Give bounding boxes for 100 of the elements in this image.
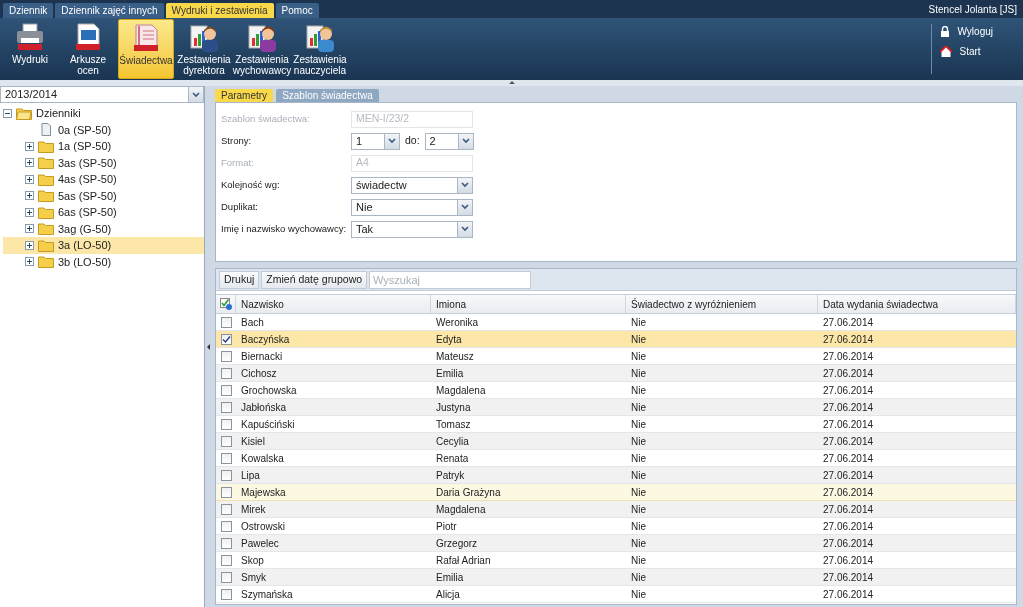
menu-tab[interactable]: Pomoc <box>275 3 319 18</box>
table-cell-text: 27.06.2014 <box>822 587 875 602</box>
table-cell-text: Renata <box>435 451 470 466</box>
table-cell-text: Nie <box>630 570 647 585</box>
toolbar-button[interactable]: Zestawienia dyrektora <box>176 19 232 79</box>
tree-item[interactable]: Dzienniki <box>36 105 81 122</box>
table-cell-text: Jabłońska <box>240 400 288 415</box>
folder-icon <box>38 189 54 203</box>
row-checkbox[interactable] <box>220 503 232 515</box>
select-all-icon[interactable] <box>219 298 232 310</box>
row-checkbox[interactable] <box>220 316 232 328</box>
tree-item[interactable]: 6as (SP-50) <box>58 204 117 221</box>
row-checkbox[interactable] <box>220 435 232 447</box>
row-checkbox[interactable] <box>220 333 232 345</box>
file-icon <box>38 123 54 137</box>
tree-item[interactable]: 3b (LO-50) <box>58 253 112 270</box>
expand-icon[interactable] <box>25 240 34 250</box>
row-checkbox[interactable] <box>220 571 232 583</box>
row-checkbox[interactable] <box>220 469 232 481</box>
collapse-icon[interactable] <box>3 108 12 118</box>
search-field[interactable]: Wyszukaj <box>369 270 532 289</box>
table-cell-text: Bach <box>240 315 265 330</box>
field-label: Format: <box>221 155 255 170</box>
table-cell-text: Cichosz <box>240 366 278 381</box>
table-cell-text: Nie <box>630 536 647 551</box>
select-field[interactable]: Tak <box>351 220 473 238</box>
row-checkbox[interactable] <box>220 350 232 362</box>
tree-item[interactable]: 4as (SP-50) <box>58 171 117 188</box>
person-chart-icon <box>246 22 278 52</box>
folder-icon <box>38 156 54 170</box>
row-checkbox[interactable] <box>220 537 232 549</box>
expand-icon[interactable] <box>25 207 34 217</box>
nav-link[interactable]: Start <box>939 44 993 59</box>
caret-icon <box>461 226 469 232</box>
caret-icon <box>461 204 469 210</box>
lock-icon <box>939 26 950 37</box>
expand-icon[interactable] <box>25 224 34 234</box>
row-checkbox[interactable] <box>220 384 232 396</box>
table-cell-text: Patryk <box>435 468 466 483</box>
table-cell-text: Mateusz <box>435 349 475 364</box>
table-cell-text: Nie <box>630 400 647 415</box>
select-field[interactable]: świadectw <box>351 176 473 194</box>
expand-icon[interactable] <box>25 141 34 151</box>
table-cell-text: 27.06.2014 <box>822 451 875 466</box>
nav-link[interactable]: Wyloguj <box>939 24 993 39</box>
expand-icon[interactable] <box>25 257 34 267</box>
menu-tab[interactable]: Wydruki i zestawienia <box>165 3 274 18</box>
table-cell-text: 27.06.2014 <box>822 468 875 483</box>
tree-item[interactable]: 0a (SP-50) <box>58 121 112 138</box>
expand-icon[interactable] <box>25 191 34 201</box>
row-checkbox[interactable] <box>220 401 232 413</box>
row-checkbox[interactable] <box>220 367 232 379</box>
field-label: Strony: <box>221 133 253 148</box>
table-cell-text: Grzegorz <box>435 536 479 551</box>
folder-icon <box>16 106 32 120</box>
tree-item[interactable]: 1a (SP-50) <box>58 138 112 155</box>
tree-item[interactable]: 5as (SP-50) <box>58 187 117 204</box>
row-checkbox[interactable] <box>220 554 232 566</box>
field-label: Szablon świadectwa: <box>221 111 311 126</box>
row-checkbox[interactable] <box>220 486 232 498</box>
field-label: Kolejność wg: <box>221 177 281 192</box>
caret-icon <box>388 138 396 144</box>
table-cell-text: Daria Grażyna <box>435 485 502 500</box>
toolbar-button[interactable]: Drukuj <box>219 270 260 289</box>
table-cell-text: Cecylia <box>435 434 470 449</box>
table-cell-text: Baczyńska <box>240 332 291 347</box>
tree-item[interactable]: 3ag (G-50) <box>58 220 112 237</box>
select-field[interactable]: Nie <box>351 198 473 216</box>
toolbar-button[interactable]: Świadectwa <box>118 19 174 79</box>
column-header[interactable]: Nazwisko <box>236 295 431 313</box>
table-cell-text: Nie <box>630 485 647 500</box>
toolbar-button[interactable]: Zestawienia nauczyciela <box>292 19 348 79</box>
menu-tab[interactable]: Dziennik zajęć innych <box>55 3 164 18</box>
column-header[interactable]: Imiona <box>431 295 626 313</box>
toolbar-button[interactable]: Arkusze ocen <box>60 19 116 79</box>
year-select[interactable]: 2013/2014 <box>0 86 204 103</box>
table-cell-text: Nie <box>630 417 647 432</box>
expand-icon[interactable] <box>25 158 34 168</box>
person-chart-icon <box>304 22 336 52</box>
toolbar-button[interactable]: Zmień datę grupowo <box>261 270 368 289</box>
table-cell-text: Majewska <box>240 485 287 500</box>
row-checkbox[interactable] <box>220 520 232 532</box>
toolbar-button[interactable]: Zestawienia wychowawcy <box>234 19 290 79</box>
tree-item[interactable]: 3as (SP-50) <box>58 154 117 171</box>
row-checkbox[interactable] <box>220 452 232 464</box>
menu-tab[interactable]: Dziennik <box>3 3 54 18</box>
panel-tab[interactable]: Parametry <box>215 89 274 102</box>
select-field[interactable]: 1 <box>351 132 400 150</box>
row-checkbox[interactable] <box>220 588 232 600</box>
expand-icon[interactable] <box>25 174 34 184</box>
select-field[interactable]: 2 <box>424 132 474 150</box>
column-header[interactable]: Świadectwo z wyróżnieniem <box>626 295 818 313</box>
table-cell-text: Alicja <box>435 587 461 602</box>
toolbar-button[interactable]: Wydruki <box>2 19 58 79</box>
table-cell-text: 27.06.2014 <box>822 315 875 330</box>
table-cell-text: 27.06.2014 <box>822 349 875 364</box>
table-cell-text: Nie <box>630 587 647 602</box>
column-header[interactable]: Data wydania świadectwa <box>818 295 1016 313</box>
folder-icon <box>38 139 54 153</box>
row-checkbox[interactable] <box>220 418 232 430</box>
